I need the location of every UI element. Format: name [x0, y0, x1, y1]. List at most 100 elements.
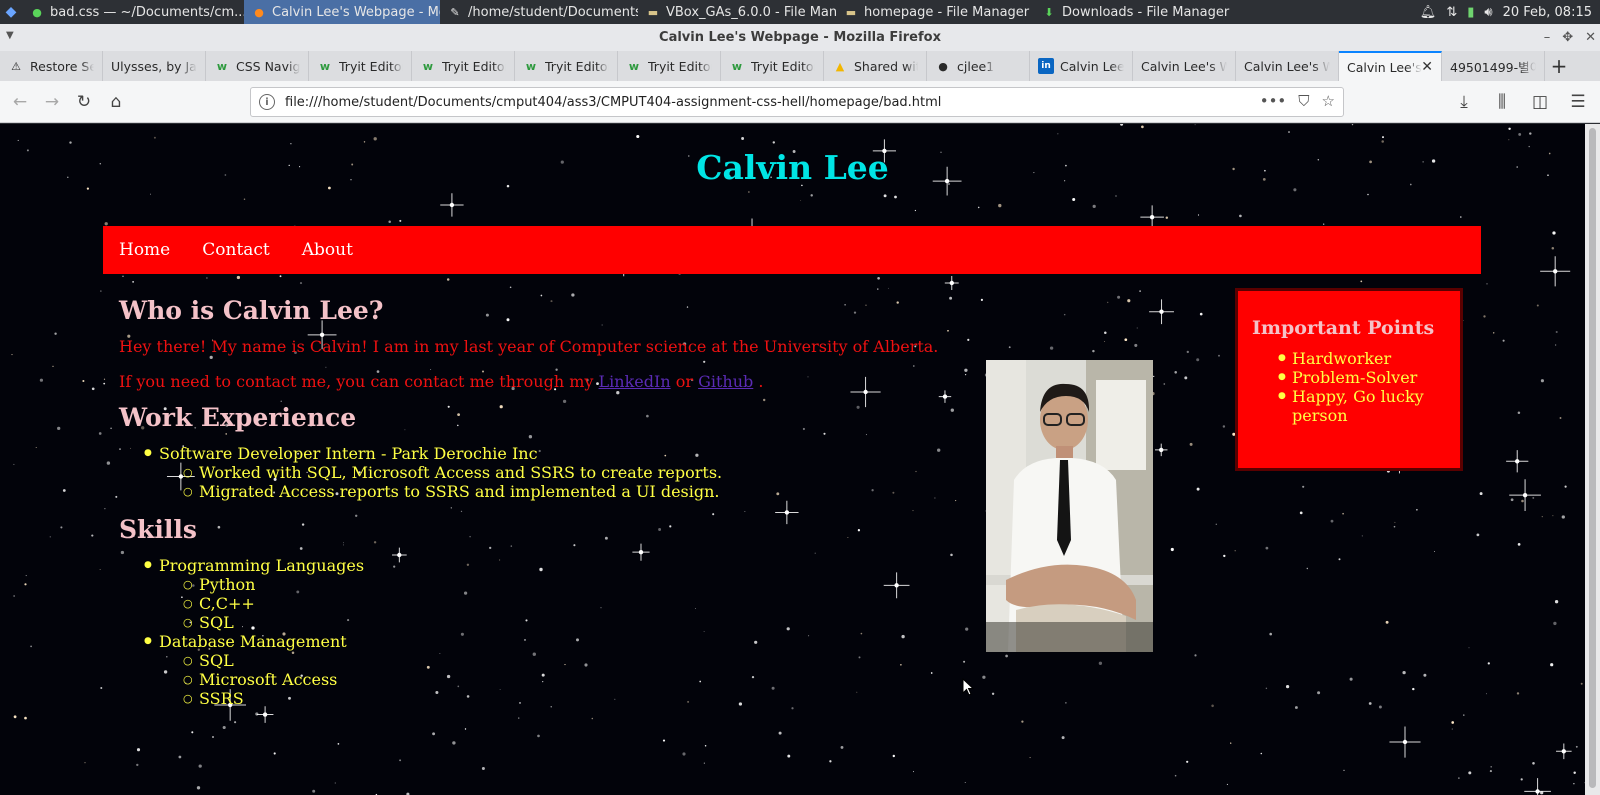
list-item: Migrated Access reports to SSRS and impl…: [159, 482, 1069, 501]
skills-heading: Skills: [119, 515, 197, 544]
close-tab-icon[interactable]: ✕: [1421, 59, 1433, 75]
task-label: Calvin Lee's Webpage - Mozi...: [272, 4, 440, 20]
tab-ulysses[interactable]: Ulysses, by Jam: [103, 51, 206, 81]
tab-shared-with[interactable]: ▲ Shared with: [824, 51, 927, 81]
task-file-manager-homepage[interactable]: ▬ homepage - File Manager: [836, 0, 1034, 24]
tab-tryit-editor[interactable]: w Tryit Editor: [309, 51, 412, 81]
tab-label: Tryit Editor: [648, 58, 712, 74]
tab-tryit-editor[interactable]: w Tryit Editor: [721, 51, 824, 81]
minimize-icon[interactable]: –: [1544, 30, 1551, 45]
scrollbar-thumb[interactable]: [1589, 128, 1596, 788]
list-item: Problem-Solver: [1252, 368, 1446, 387]
list-item: Worked with SQL, Microsoft Access and SS…: [159, 463, 1069, 482]
skill-category: Programming Languages: [159, 556, 365, 575]
tab-tryit-editor[interactable]: w Tryit Editor: [618, 51, 721, 81]
linkedin-link[interactable]: LinkedIn: [599, 372, 671, 391]
task-firefox[interactable]: ● Calvin Lee's Webpage - Mozi...: [244, 0, 440, 24]
list-item: Python: [159, 575, 1069, 594]
list-item: Database Management SQL Microsoft Access…: [119, 632, 1069, 708]
tab-label: Tryit Editor: [339, 58, 403, 74]
tab-label: Calvin Lee's W: [1244, 58, 1330, 74]
back-icon[interactable]: ←: [4, 86, 36, 118]
drive-icon: ▲: [835, 59, 845, 73]
network-icon[interactable]: ⇅: [1446, 5, 1457, 20]
tab-calvin-webpage-active[interactable]: Calvin Lee's ✕: [1339, 51, 1442, 81]
new-tab-icon[interactable]: +: [1545, 51, 1573, 81]
list-item: C,C++: [159, 594, 1069, 613]
firefox-icon: ●: [254, 5, 264, 19]
skill-items: SQL Microsoft Access SSRS: [159, 651, 1069, 708]
info-icon[interactable]: i: [259, 94, 275, 110]
nav-about-link[interactable]: About: [302, 240, 353, 260]
toolbar-right: ⤓ ⫼ ◫ ☰: [1448, 86, 1594, 118]
battery-icon[interactable]: ▮: [1467, 5, 1474, 20]
maximize-icon[interactable]: ✥: [1562, 30, 1573, 45]
nav-home-link[interactable]: Home: [119, 240, 170, 260]
task-label: Downloads - File Manager: [1062, 4, 1230, 20]
contact-suffix: .: [758, 372, 764, 391]
task-file-manager-downloads[interactable]: ⬇ Downloads - File Manager: [1034, 0, 1232, 24]
volume-icon[interactable]: 🔊︎: [1484, 5, 1492, 20]
w3-icon: w: [422, 59, 434, 73]
bookmark-star-icon[interactable]: ☆: [1322, 92, 1335, 110]
forward-icon[interactable]: →: [36, 86, 68, 118]
tab-label: Shared with: [854, 58, 918, 74]
tab-github[interactable]: ● cjlee1: [927, 51, 1030, 81]
points-list: Hardworker Problem-Solver Happy, Go luck…: [1252, 349, 1446, 425]
list-item: Microsoft Access: [159, 670, 1069, 689]
window-title: Calvin Lee's Webpage - Mozilla Firefox: [659, 30, 941, 45]
w3-icon: w: [216, 59, 228, 73]
tab-label: 49501499-별이: [1450, 59, 1536, 75]
window-menu-icon[interactable]: ▼: [6, 30, 14, 41]
pocket-icon[interactable]: ⛉: [1298, 92, 1309, 110]
contact-paragraph: If you need to contact me, you can conta…: [119, 372, 1069, 391]
tab-calvin-webpage[interactable]: Calvin Lee's W: [1236, 51, 1339, 81]
close-window-icon[interactable]: ✕: [1585, 30, 1596, 45]
download-icon: ⬇: [1044, 5, 1054, 19]
clock[interactable]: 20 Feb, 08:15: [1503, 5, 1592, 20]
editor-icon: ●: [32, 5, 42, 19]
sidebar-icon[interactable]: ◫: [1524, 86, 1556, 118]
tab-linkedin[interactable]: in Calvin Lee: [1030, 51, 1133, 81]
app-menu-icon[interactable]: ◆: [0, 0, 22, 24]
nav-contact-link[interactable]: Contact: [202, 240, 270, 260]
tab-image[interactable]: 49501499-별이: [1442, 51, 1545, 81]
downloads-icon[interactable]: ⤓: [1448, 86, 1480, 118]
list-item: Hardworker: [1252, 349, 1446, 368]
skill-category: Database Management: [159, 632, 347, 651]
main-content: Who is Calvin Lee? Hey there! My name is…: [119, 296, 1069, 708]
tab-tryit-editor[interactable]: w Tryit Editor: [515, 51, 618, 81]
task-editor[interactable]: ● bad.css — ~/Documents/cm...: [22, 0, 244, 24]
notification-bell-icon[interactable]: 🔔︎: [1420, 5, 1437, 20]
url-text[interactable]: file:///home/student/Documents/cmput404/…: [285, 95, 941, 110]
list-item: SQL: [159, 613, 1069, 632]
github-link[interactable]: Github: [698, 372, 753, 391]
folder-icon: ▬: [845, 5, 857, 19]
list-item: Programming Languages Python C,C++ SQL: [119, 556, 1069, 632]
tab-tryit-editor[interactable]: w Tryit Editor: [412, 51, 515, 81]
tab-restore-session[interactable]: ⚠ Restore Se: [0, 51, 103, 81]
tab-calvin-webpage[interactable]: Calvin Lee's W: [1133, 51, 1236, 81]
address-bar[interactable]: i file:///home/student/Documents/cmput40…: [250, 87, 1344, 117]
task-text-editor[interactable]: ✎ /home/student/Documents/c...: [440, 0, 638, 24]
tab-label: cjlee1: [957, 58, 995, 74]
who-heading: Who is Calvin Lee?: [119, 296, 384, 325]
task-label: /home/student/Documents/c...: [468, 4, 638, 20]
hamburger-menu-icon[interactable]: ☰: [1562, 86, 1594, 118]
library-icon[interactable]: ⫼: [1486, 86, 1518, 118]
home-icon[interactable]: ⌂: [100, 86, 132, 118]
tab-label: Tryit Editor: [751, 58, 815, 74]
skill-items: Python C,C++ SQL: [159, 575, 1069, 632]
linkedin-icon: in: [1038, 58, 1054, 74]
reload-icon[interactable]: ↻: [68, 86, 100, 118]
tab-css-navigation[interactable]: w CSS Naviga: [206, 51, 309, 81]
page-actions-icon[interactable]: •••: [1260, 92, 1287, 110]
page-scrollbar[interactable]: [1585, 124, 1600, 795]
w3-icon: w: [628, 59, 640, 73]
url-actions: ••• ⛉ ☆: [1260, 92, 1335, 110]
mouse-cursor-icon: [962, 678, 974, 696]
system-taskbar: ◆ ● bad.css — ~/Documents/cm... ● Calvin…: [0, 0, 1600, 24]
task-file-manager-vbox[interactable]: ▬ VBox_GAs_6.0.0 - File Manag...: [638, 0, 836, 24]
tab-strip: ⚠ Restore Se Ulysses, by Jam w CSS Navig…: [0, 51, 1600, 81]
list-item: Software Developer Intern - Park Derochi…: [119, 444, 1069, 501]
